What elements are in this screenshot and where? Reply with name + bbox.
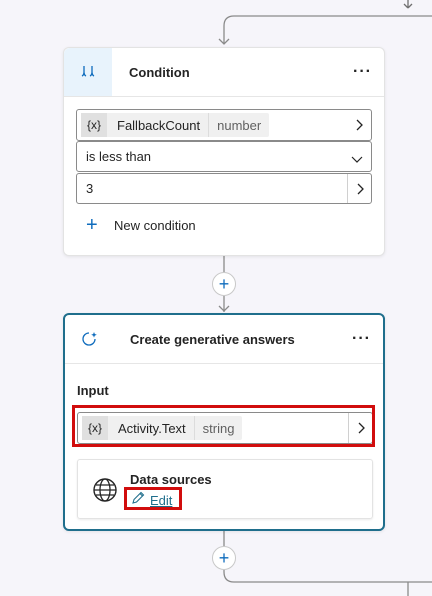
add-node-button[interactable]: + [212,546,236,570]
chevron-right-icon[interactable] [347,174,371,203]
new-condition-button[interactable]: + New condition [86,214,196,236]
generative-card-header: Create generative answers ··· [65,315,383,364]
add-node-button[interactable]: + [212,272,236,296]
condition-value: 3 [86,181,94,196]
more-options-icon[interactable]: ··· [353,63,372,81]
data-sources-label: Data sources [130,472,212,487]
globe-icon [92,477,118,508]
variable-chip[interactable]: {x} FallbackCount number [81,113,270,137]
condition-title: Condition [129,64,190,80]
plus-icon: + [86,214,98,236]
highlight-edit-link [124,487,182,510]
operator-value: is less than [86,149,152,164]
highlight-input-field [72,405,375,447]
variable-type: number [208,113,269,137]
condition-card[interactable]: Condition ··· {x} FallbackCount number i… [63,47,385,256]
condition-value-field[interactable]: 3 [76,173,372,204]
variable-name: FallbackCount [117,117,201,133]
chevron-down-icon [351,151,363,169]
generative-title: Create generative answers [130,331,295,347]
data-sources-panel: Data sources Edit [77,459,373,519]
new-condition-label: New condition [114,217,196,233]
operator-dropdown[interactable]: is less than [76,141,372,172]
variable-icon: {x} [81,113,107,137]
condition-card-header: Condition ··· [64,48,384,97]
more-options-icon[interactable]: ··· [352,330,371,348]
condition-variable-field[interactable]: {x} FallbackCount number [76,109,372,141]
input-label: Input [77,383,109,398]
condition-branch-icon [64,48,112,96]
generative-answers-icon [65,315,113,363]
chevron-right-icon[interactable] [347,110,371,140]
